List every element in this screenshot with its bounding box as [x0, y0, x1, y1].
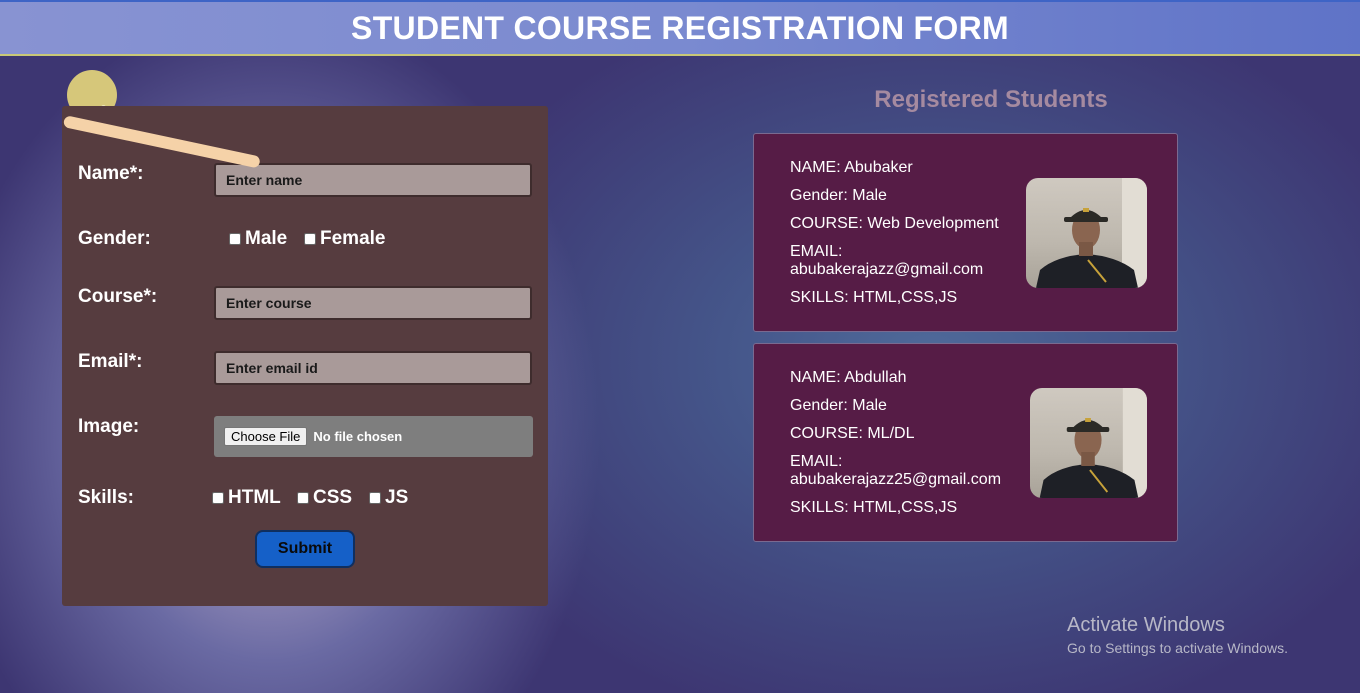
student-email-label: EMAIL:: [790, 453, 843, 470]
student-email: EMAIL: abubakerajazz@gmail.com: [790, 243, 1010, 279]
student-card: NAME: Abubaker Gender: Male COURSE: Web …: [753, 133, 1178, 332]
registration-form: Name*: Gender: Male Female Course*: Emai…: [62, 106, 548, 606]
gender-label: Gender:: [78, 228, 151, 249]
gender-male-label: Male: [245, 228, 288, 249]
student-name: NAME: Abdullah: [790, 369, 907, 386]
student-email: EMAIL: abubakerajazz25@gmail.com: [790, 453, 1010, 489]
skill-css-label: CSS: [313, 487, 353, 508]
gender-male-checkbox[interactable]: [229, 233, 241, 245]
page-header: STUDENT COURSE REGISTRATION FORM: [0, 0, 1360, 56]
student-skills: SKILLS: HTML,CSS,JS: [790, 499, 958, 516]
student-name: NAME: Abubaker: [790, 159, 913, 176]
skills-label: Skills:: [78, 487, 134, 508]
registered-students-title: Registered Students: [874, 86, 1108, 113]
course-label: Course*:: [78, 286, 158, 307]
activate-windows-subtitle: Go to Settings to activate Windows.: [1067, 640, 1288, 656]
skill-html-label: HTML: [228, 487, 281, 508]
activate-windows-title: Activate Windows: [1067, 614, 1225, 636]
skill-html-checkbox[interactable]: [212, 492, 224, 504]
student-email-value: abubakerajazz25@gmail.com: [790, 471, 1002, 488]
student-gender: Gender: Male: [790, 187, 887, 204]
name-label: Name*:: [78, 163, 144, 184]
student-course: COURSE: ML/DL: [790, 425, 915, 442]
student-email-label: EMAIL:: [790, 243, 843, 260]
student-card: NAME: Abdullah Gender: Male COURSE: ML/D…: [753, 343, 1178, 542]
page-title: STUDENT COURSE REGISTRATION FORM: [351, 9, 1009, 46]
person-photo-icon: [1039, 388, 1147, 498]
email-label: Email*:: [78, 351, 143, 372]
gender-female-label: Female: [320, 228, 386, 249]
student-gender: Gender: Male: [790, 397, 887, 414]
student-info: NAME: Abubaker Gender: Male COURSE: Web …: [790, 159, 1010, 317]
gender-female-checkbox[interactable]: [304, 233, 316, 245]
student-photo: [1030, 388, 1147, 498]
skill-js-label: JS: [385, 487, 409, 508]
file-status: No file chosen: [313, 429, 403, 444]
person-photo-icon: [1036, 178, 1147, 288]
student-email-value: abubakerajazz@gmail.com: [790, 261, 984, 278]
student-photo: [1026, 178, 1147, 288]
email-input[interactable]: [214, 351, 532, 385]
skill-css-checkbox[interactable]: [297, 492, 309, 504]
student-course: COURSE: Web Development: [790, 215, 999, 232]
choose-file-button[interactable]: Choose File: [224, 427, 308, 446]
skill-js-option[interactable]: JS: [369, 487, 408, 509]
image-file-input: Choose File No file chosen: [214, 416, 533, 457]
skill-js-checkbox[interactable]: [369, 492, 381, 504]
skill-css-option[interactable]: CSS: [297, 487, 352, 509]
name-input[interactable]: [214, 163, 532, 197]
gender-male-option[interactable]: Male: [229, 228, 287, 250]
student-info: NAME: Abdullah Gender: Male COURSE: ML/D…: [790, 369, 1010, 527]
course-input[interactable]: [214, 286, 532, 320]
image-label: Image:: [78, 416, 140, 437]
gender-female-option[interactable]: Female: [304, 228, 385, 250]
skill-html-option[interactable]: HTML: [212, 487, 281, 509]
submit-button[interactable]: Submit: [255, 530, 355, 568]
student-skills: SKILLS: HTML,CSS,JS: [790, 289, 958, 306]
